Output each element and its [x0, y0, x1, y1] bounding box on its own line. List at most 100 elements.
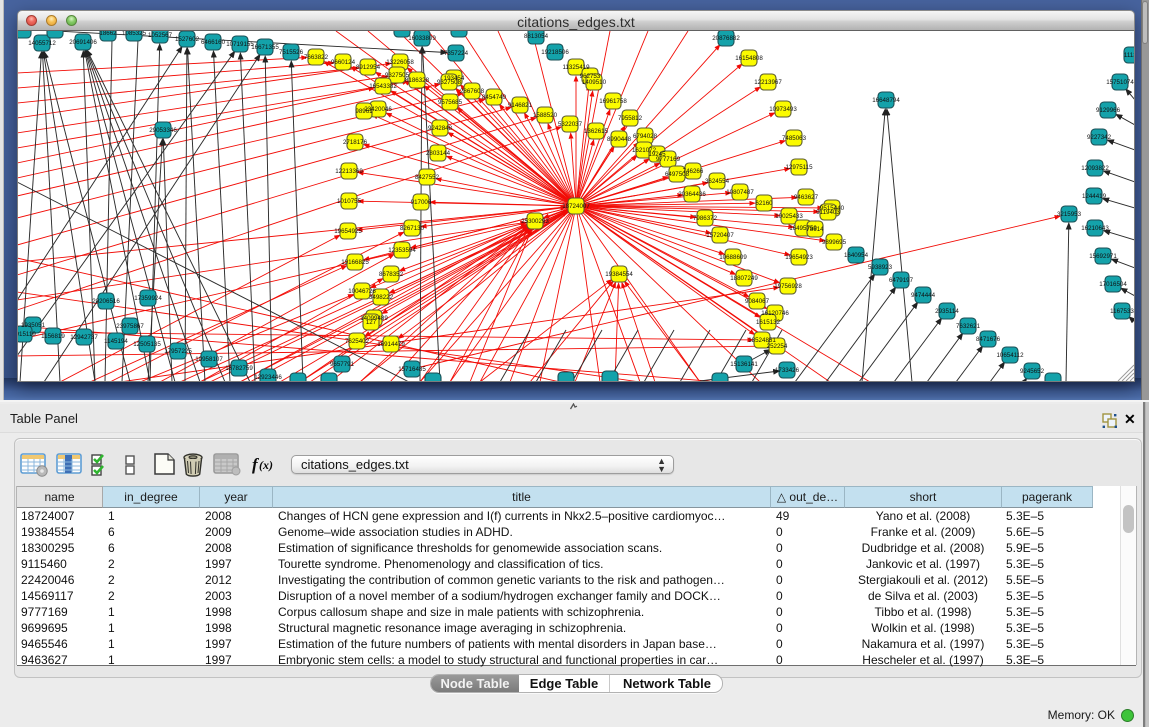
svg-text:9327508: 9327508 — [437, 79, 462, 86]
svg-text:12213967: 12213967 — [754, 79, 782, 86]
svg-text:20206516: 20206516 — [92, 298, 120, 305]
svg-text:10025433: 10025433 — [775, 213, 803, 220]
svg-text:1615132: 1615132 — [756, 319, 781, 326]
svg-text:16120746: 16120746 — [761, 310, 789, 317]
svg-text:6479197: 6479197 — [889, 277, 914, 284]
svg-text:17359924: 17359924 — [134, 295, 162, 302]
svg-text:16154808: 16154808 — [735, 55, 763, 62]
svg-text:19756928: 19756928 — [774, 283, 802, 290]
svg-text:10807487: 10807487 — [726, 189, 754, 196]
svg-text:18807249: 18807249 — [730, 275, 758, 282]
svg-text:9119403: 9119403 — [816, 209, 840, 216]
svg-text:1733426: 1733426 — [775, 367, 800, 374]
svg-text:2718176: 2718176 — [343, 139, 368, 146]
svg-text:15720407: 15720407 — [706, 232, 734, 239]
svg-text:9084067: 9084067 — [745, 298, 770, 305]
svg-text:98961: 98961 — [355, 108, 373, 115]
svg-text:9146821: 9146821 — [508, 102, 533, 109]
svg-text:19654923: 19654923 — [785, 254, 813, 261]
svg-text:3624554: 3624554 — [705, 178, 730, 185]
svg-text:1167533: 1167533 — [1110, 308, 1134, 315]
svg-text:15692971: 15692971 — [1089, 253, 1117, 260]
svg-text:15716485: 15716485 — [398, 366, 426, 373]
svg-text:12213369: 12213369 — [335, 168, 363, 175]
svg-text:14055712: 14055712 — [28, 40, 56, 47]
svg-text:16914479: 16914479 — [377, 341, 405, 348]
svg-text:16648794: 16648794 — [872, 97, 900, 104]
svg-text:12975115: 12975115 — [785, 164, 813, 171]
svg-text:1935051: 1935051 — [21, 322, 46, 329]
svg-text:19218506: 19218506 — [541, 49, 569, 56]
svg-text:9242848: 9242848 — [428, 125, 453, 132]
svg-text:1085325: 1085325 — [122, 31, 147, 37]
svg-text:10958107: 10958107 — [195, 356, 223, 363]
svg-text:7625402: 7625402 — [345, 338, 370, 345]
svg-text:1010755: 1010755 — [337, 198, 362, 205]
svg-text:7632621: 7632621 — [956, 323, 981, 330]
svg-text:12942737: 12942737 — [70, 334, 98, 341]
svg-text:252254: 252254 — [767, 343, 788, 350]
svg-text:19384554: 19384554 — [605, 271, 633, 278]
svg-text:8912954: 8912954 — [356, 64, 381, 71]
svg-text:2935114: 2935114 — [935, 308, 959, 315]
svg-text:11132: 11132 — [1124, 52, 1135, 59]
svg-text:15751074: 15751074 — [1106, 79, 1134, 86]
svg-text:9575685: 9575685 — [438, 99, 463, 106]
svg-text:17957225: 17957225 — [164, 348, 192, 355]
svg-text:11325419: 11325419 — [562, 64, 590, 71]
svg-text:1244419: 1244419 — [1082, 193, 1107, 200]
svg-text:20691406: 20691406 — [69, 39, 97, 46]
svg-text:62160: 62160 — [755, 200, 773, 207]
svg-text:6497508: 6497508 — [665, 171, 690, 178]
svg-text:10719155: 10719155 — [226, 41, 254, 48]
svg-text:1052567: 1052567 — [148, 32, 173, 39]
svg-text:1362615: 1362615 — [584, 128, 609, 135]
svg-text:1588520: 1588520 — [533, 112, 558, 119]
svg-text:12923446: 12923446 — [254, 374, 282, 381]
svg-text:7663822: 7663822 — [304, 54, 329, 61]
svg-text:3915119: 3915119 — [17, 331, 36, 338]
svg-text:7515526: 7515526 — [279, 49, 304, 56]
svg-text:8186328: 8186328 — [405, 77, 430, 84]
svg-text:12505135: 12505135 — [133, 341, 161, 348]
svg-text:1145194: 1145194 — [104, 338, 128, 345]
svg-text:1409510: 1409510 — [582, 79, 607, 86]
svg-text:917006: 917006 — [411, 199, 432, 206]
svg-text:7357224: 7357224 — [444, 50, 469, 57]
svg-text:12093822: 12093822 — [1081, 165, 1109, 172]
svg-text:(x): (x) — [259, 458, 273, 472]
svg-text:13226058: 13226058 — [386, 59, 414, 66]
svg-text:8427552: 8427552 — [415, 174, 440, 181]
svg-text:5322037: 5322037 — [558, 121, 583, 128]
svg-text:8454749: 8454749 — [482, 94, 507, 101]
svg-text:7986372: 7986372 — [693, 215, 718, 222]
svg-text:9129966: 9129966 — [1096, 107, 1121, 114]
svg-text:1156819: 1156819 — [41, 333, 65, 340]
svg-text:16782759: 16782759 — [225, 365, 253, 372]
svg-text:9657791: 9657791 — [330, 361, 355, 368]
svg-text:3498222: 3498222 — [369, 294, 394, 301]
svg-text:10688609: 10688609 — [719, 254, 747, 261]
svg-text:7485063: 7485063 — [782, 135, 807, 142]
svg-text:17016504: 17016504 — [1099, 281, 1127, 288]
svg-text:8990448: 8990448 — [607, 136, 632, 143]
svg-text:2867608: 2867608 — [460, 88, 485, 95]
svg-text:6794028: 6794028 — [633, 133, 658, 140]
svg-text:5938923: 5938923 — [868, 264, 893, 271]
svg-text:16543382: 16543382 — [369, 83, 397, 90]
svg-text:9245652: 9245652 — [1020, 368, 1045, 375]
svg-text:20876882: 20876882 — [712, 35, 740, 42]
svg-text:8267130: 8267130 — [400, 225, 425, 232]
svg-text:18662: 18662 — [99, 31, 117, 37]
svg-text:3215953: 3215953 — [1057, 211, 1082, 218]
svg-text:18724007: 18724007 — [562, 203, 590, 210]
svg-text:23975867: 23975867 — [116, 323, 144, 330]
svg-text:9474444: 9474444 — [911, 292, 936, 299]
svg-text:9899695: 9899695 — [822, 239, 847, 246]
svg-text:78614: 78614 — [806, 226, 824, 233]
svg-text:16961758: 16961758 — [599, 98, 627, 105]
svg-text:8813054: 8813054 — [524, 33, 549, 40]
svg-text:10654112: 10654112 — [996, 352, 1024, 359]
svg-text:9227342: 9227342 — [1087, 134, 1112, 141]
svg-text:12353594: 12353594 — [388, 247, 416, 254]
